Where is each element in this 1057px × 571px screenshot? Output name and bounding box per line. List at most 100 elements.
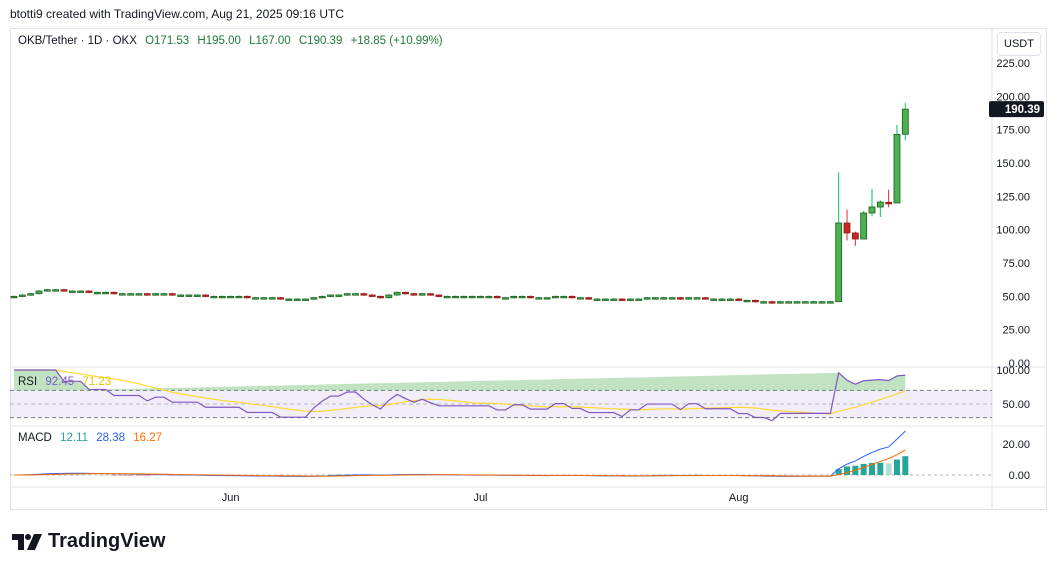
candle-body: [510, 295, 518, 299]
macd-histogram-bar: [319, 474, 326, 476]
candle-body: [293, 298, 301, 301]
candle-body: [227, 295, 234, 299]
macd-histogram-bar: [810, 475, 817, 476]
candle-body: [210, 295, 218, 299]
candle-body: [751, 299, 759, 303]
macd-signal-value: 16.27: [133, 432, 162, 444]
rsi-overbought-fill: [14, 370, 906, 391]
macd-histogram-bar: [94, 474, 101, 476]
candle-body: [177, 294, 185, 297]
candle-body: [627, 298, 634, 301]
price-legend: OKB/Tether · 1D · OKX O171.53 H195.00 L1…: [18, 35, 448, 47]
macd-histogram-bar: [119, 475, 126, 476]
rsi-tick: 50.00: [1002, 399, 1030, 411]
candle-body: [135, 293, 143, 296]
candle-body: [52, 289, 60, 292]
candle-body: [768, 301, 776, 304]
candle-body: [835, 222, 843, 303]
candle-body: [27, 293, 35, 296]
candle-body: [418, 293, 426, 296]
macd-histogram-bar: [77, 474, 84, 475]
macd-histogram-bar: [135, 475, 142, 476]
candle-body: [268, 297, 276, 300]
candle-body: [243, 295, 251, 299]
candle-body: [435, 294, 443, 297]
candle-body: [677, 297, 684, 300]
low-value: L167.00: [249, 35, 291, 47]
candle-body: [310, 297, 318, 300]
candle-body: [327, 294, 334, 297]
macd-histogram-bar: [302, 475, 309, 476]
macd-histogram-bar: [844, 466, 850, 475]
macd-histogram-bar: [885, 463, 892, 475]
macd-name[interactable]: MACD: [18, 432, 52, 444]
candle-body: [218, 295, 226, 299]
candle-body: [110, 291, 118, 295]
candle-body: [302, 298, 309, 301]
macd-histogram-bar: [902, 456, 909, 475]
candle-body: [252, 297, 259, 300]
price-tick: 100.00: [996, 225, 1030, 237]
candle-body: [793, 301, 801, 304]
chart-root: btotti9 created with TradingView.com, Au…: [0, 0, 1057, 571]
candle-body: [893, 133, 901, 204]
candle-body: [577, 297, 584, 300]
candle-body: [335, 294, 343, 297]
candle-body: [60, 289, 68, 292]
symbol-label[interactable]: OKB/Tether · 1D · OKX: [18, 35, 137, 47]
macd-histogram-bar: [102, 474, 109, 476]
candle-body: [585, 297, 593, 300]
candle-body: [785, 301, 793, 304]
candle-body: [868, 206, 876, 214]
candle-body: [93, 291, 101, 295]
candle-body: [385, 294, 393, 299]
tradingview-logo-icon: [12, 533, 42, 550]
macd-histogram-bar: [802, 475, 809, 476]
candle-body: [502, 297, 509, 300]
candle-body: [85, 290, 93, 293]
rsi-name[interactable]: RSI: [18, 376, 37, 388]
candle-body: [35, 290, 43, 295]
candle-body: [10, 295, 18, 299]
close-value: C190.39: [298, 35, 343, 47]
candle-body: [193, 294, 201, 297]
macd-histogram-bar: [110, 475, 117, 476]
macd-histogram-bar: [860, 463, 867, 475]
candle-body: [568, 295, 576, 299]
price-tick: 25.00: [1002, 325, 1030, 337]
candle-body: [718, 298, 726, 301]
candle-body: [452, 295, 459, 299]
candle-body: [427, 293, 434, 296]
price-tick: 125.00: [996, 191, 1030, 203]
candle-body: [618, 298, 626, 301]
currency-button[interactable]: USDT: [997, 32, 1041, 56]
candle-body: [443, 295, 451, 299]
candle-body: [543, 297, 551, 300]
candle-body: [260, 297, 268, 300]
macd-histogram-bar: [327, 474, 334, 476]
candle-body: [485, 295, 493, 299]
change-value: +18.85 (+10.99%): [350, 35, 443, 47]
candle-body: [368, 294, 376, 297]
candle-body: [726, 298, 734, 301]
candle-body: [860, 212, 868, 240]
candle-body: [393, 291, 401, 296]
candle-body: [277, 297, 284, 300]
macd-histogram-bar: [893, 459, 900, 475]
candle-body: [377, 295, 384, 299]
candle-body: [160, 293, 168, 296]
tradingview-logo[interactable]: TradingView: [12, 530, 165, 553]
chart-canvas[interactable]: 225.00200.00175.00150.00125.00100.0075.0…: [0, 0, 1057, 571]
macd-signal-line: [13, 449, 906, 477]
macd-tick: 20.00: [1002, 439, 1030, 451]
candle-body: [318, 295, 326, 299]
candle-body: [901, 108, 909, 135]
candle-body: [685, 297, 693, 300]
price-tick: 50.00: [1002, 291, 1030, 303]
open-value: O171.53: [145, 35, 190, 47]
candle-body: [560, 295, 568, 299]
candle-body: [743, 299, 751, 303]
candle-body: [552, 295, 559, 299]
candle-body: [610, 298, 618, 301]
price-tick: 75.00: [1002, 258, 1030, 270]
